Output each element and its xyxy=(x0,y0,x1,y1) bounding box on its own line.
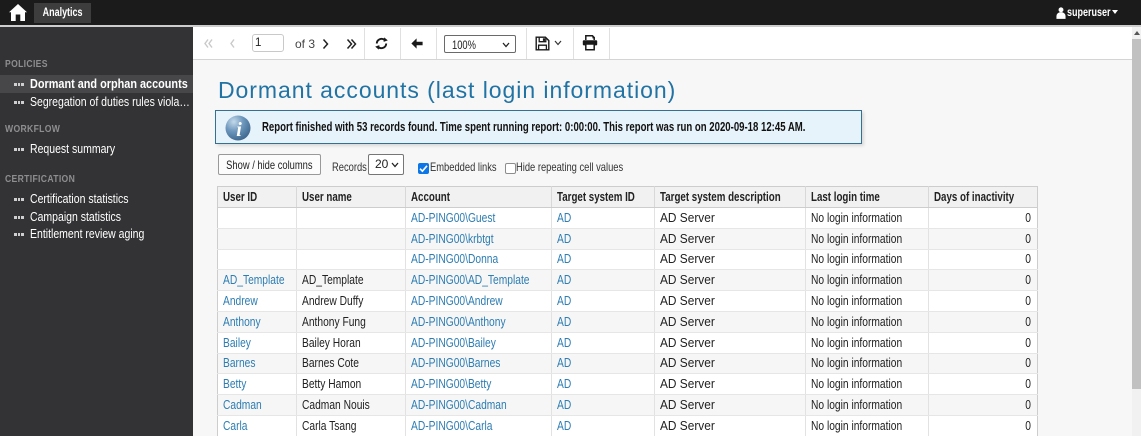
svg-text:i: i xyxy=(236,119,242,141)
